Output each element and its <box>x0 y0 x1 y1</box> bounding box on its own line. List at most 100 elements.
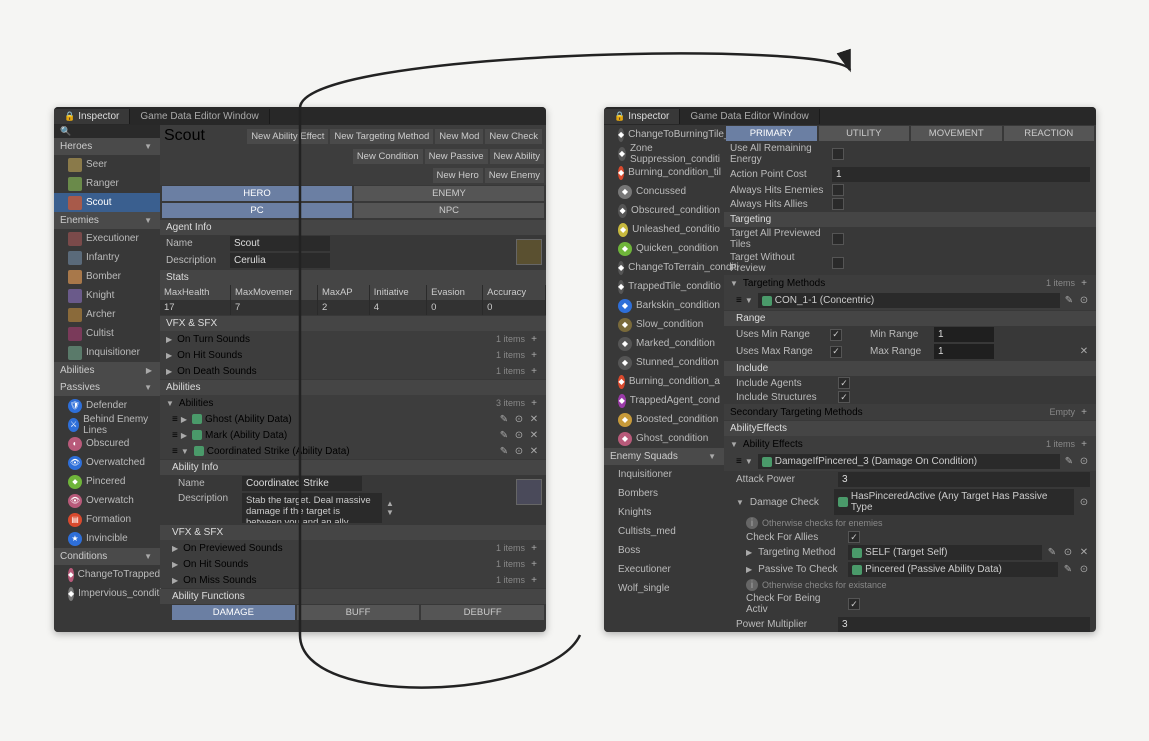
enemy-item[interactable]: Inquisitioner <box>54 343 160 362</box>
use-energy-check[interactable] <box>832 148 844 160</box>
vfx-fold[interactable]: ▶On Hit Sounds1 items+ <box>160 347 546 363</box>
add-icon[interactable]: + <box>1078 406 1090 418</box>
edit-icon[interactable]: ✎ <box>1046 547 1058 559</box>
passive-item[interactable]: 👁Overwatch <box>54 491 160 510</box>
movement-tab[interactable]: MOVEMENT <box>911 126 1002 141</box>
ability-row[interactable]: ≡▶Ghost (Ability Data)✎⊙✕ <box>160 411 546 427</box>
enemy-tab[interactable]: ENEMY <box>354 186 544 201</box>
target-icon[interactable]: ⊙ <box>513 413 525 425</box>
add-icon[interactable]: + <box>528 333 540 345</box>
vfx-fold[interactable]: ▶On Hit Sounds1 items+ <box>160 556 546 572</box>
utility-tab[interactable]: UTILITY <box>819 126 910 141</box>
min-range-check[interactable]: ✓ <box>830 329 842 341</box>
passive-item[interactable]: ◐Obscured <box>54 434 160 453</box>
conditions-header[interactable]: Conditions▼ <box>54 548 160 565</box>
ae-fold[interactable]: ▼Ability Effects1 items+ <box>724 436 1096 452</box>
edit-icon[interactable]: ✎ <box>1063 295 1075 307</box>
enemies-header[interactable]: Enemies▼ <box>54 212 160 229</box>
edit-icon[interactable]: ✎ <box>1062 564 1074 576</box>
vfx-fold[interactable]: ▶On Death Sounds1 items+ <box>160 363 546 379</box>
condition-item[interactable]: ◆Concussed <box>604 182 724 201</box>
damage-tab[interactable]: DAMAGE <box>172 605 295 620</box>
condition-item[interactable]: ◆ChangeToBurningTile_co <box>604 125 724 144</box>
ae-ref[interactable]: DamageIfPincered_3 (Damage On Condition) <box>758 454 1060 469</box>
hero-ranger[interactable]: Ranger <box>54 174 160 193</box>
target-icon[interactable]: ⊙ <box>1078 295 1090 307</box>
enemy-item[interactable]: Archer <box>54 305 160 324</box>
add-icon[interactable]: + <box>528 397 540 409</box>
vfx-fold[interactable]: ▶On Turn Sounds1 items+ <box>160 331 546 347</box>
new-ability-effect-button[interactable]: New Ability Effect <box>247 129 328 144</box>
passive-item[interactable]: 👁Overwatched <box>54 453 160 472</box>
condition-item[interactable]: ◆Barkskin_condition <box>604 296 724 315</box>
condition-item[interactable]: ◆Boosted_condition <box>604 410 724 429</box>
edit-icon[interactable]: ✎ <box>498 413 510 425</box>
debuff-tab[interactable]: DEBUFF <box>421 605 544 620</box>
condition-item[interactable]: ◆Marked_condition <box>604 334 724 353</box>
stat-val[interactable]: 4 <box>369 300 426 315</box>
target-icon[interactable]: ⊙ <box>1062 547 1074 559</box>
ability-row[interactable]: ≡▶Mark (Ability Data)✎⊙✕ <box>160 427 546 443</box>
pm-input[interactable] <box>838 617 1090 632</box>
target-icon[interactable]: ⊙ <box>513 445 525 457</box>
npc-tab[interactable]: NPC <box>354 203 544 218</box>
ai-desc-input[interactable] <box>242 493 382 523</box>
squad-item[interactable]: Inquisitioner <box>604 465 724 484</box>
tab-editor[interactable]: Game Data Editor Window <box>680 109 819 124</box>
condition-item[interactable]: ◆TrappedTile_conditio <box>604 277 724 296</box>
edit-icon[interactable]: ✎ <box>498 429 510 441</box>
hits-enemies-check[interactable] <box>832 184 844 196</box>
new-enemy-button[interactable]: New Enemy <box>485 168 544 183</box>
add-icon[interactable]: + <box>1078 438 1090 450</box>
enemy-item[interactable]: Knight <box>54 286 160 305</box>
target-all-check[interactable] <box>832 233 844 245</box>
enemy-item[interactable]: Bomber <box>54 267 160 286</box>
new-check-button[interactable]: New Check <box>485 129 542 144</box>
condition-item[interactable]: ◆ChangeToTerrain_conditi <box>604 258 724 277</box>
new-hero-button[interactable]: New Hero <box>433 168 483 183</box>
hero-seer[interactable]: Seer <box>54 155 160 174</box>
condition-item[interactable]: ◆Unleashed_conditio <box>604 220 724 239</box>
ability-row[interactable]: ≡▼Coordinated Strike (Ability Data)✎⊙✕ <box>160 443 546 459</box>
inc-agents-check[interactable]: ✓ <box>838 377 850 389</box>
tab-inspector[interactable]: 🔒Inspector <box>604 109 680 124</box>
condition-item[interactable]: ◆Obscured_condition <box>604 201 724 220</box>
max-range-input[interactable] <box>934 344 994 359</box>
target-icon[interactable]: ⊙ <box>1078 456 1090 468</box>
squad-item[interactable]: Wolf_single <box>604 579 724 598</box>
passives-header[interactable]: Passives▼ <box>54 379 160 396</box>
condition-item[interactable]: ◆Quicken_condition <box>604 239 724 258</box>
target-icon[interactable]: ⊙ <box>1078 564 1090 576</box>
stat-val[interactable]: 0 <box>483 300 546 315</box>
condition-item[interactable]: ◆Ghost_condition <box>604 429 724 448</box>
vfx-fold[interactable]: ▶On Previewed Sounds1 items+ <box>160 540 546 556</box>
cba-check[interactable]: ✓ <box>848 598 860 610</box>
tm-fold[interactable]: ▼Targeting Methods1 items+ <box>724 275 1096 291</box>
add-icon[interactable]: + <box>528 574 540 586</box>
new-passive-button[interactable]: New Passive <box>425 149 488 164</box>
edit-icon[interactable]: ✎ <box>1063 456 1075 468</box>
pc-tab[interactable]: PC <box>162 203 352 218</box>
target-icon[interactable]: ⊙ <box>513 429 525 441</box>
condition-item[interactable]: ⬥ChangeToTrappedT <box>54 565 160 584</box>
name-input[interactable] <box>230 236 330 251</box>
enemy-item[interactable]: Infantry <box>54 248 160 267</box>
add-icon[interactable]: + <box>1078 277 1090 289</box>
stat-val[interactable]: 17 <box>160 300 231 315</box>
tab-editor[interactable]: Game Data Editor Window <box>130 109 269 124</box>
squads-header[interactable]: Enemy Squads▼ <box>604 448 724 465</box>
tm2-ref[interactable]: SELF (Target Self) <box>848 545 1042 560</box>
ap-cost-input[interactable] <box>832 167 1090 182</box>
enemy-item[interactable]: Cultist <box>54 324 160 343</box>
condition-item[interactable]: ◆Burning_condition_a <box>604 372 724 391</box>
dc-ref[interactable]: HasPinceredActive (Any Target Has Passiv… <box>834 489 1074 515</box>
inc-struct-check[interactable]: ✓ <box>838 391 850 403</box>
squad-item[interactable]: Executioner <box>604 560 724 579</box>
passive-item[interactable]: ⚔Behind Enemy Lines <box>54 415 160 434</box>
condition-item[interactable]: ◆Impervious_conditio <box>54 584 160 603</box>
add-icon[interactable]: + <box>528 558 540 570</box>
condition-item[interactable]: ◆TrappedAgent_cond <box>604 391 724 410</box>
enemy-item[interactable]: Executioner <box>54 229 160 248</box>
stat-val[interactable]: 2 <box>318 300 370 315</box>
squad-item[interactable]: Cultists_med <box>604 522 724 541</box>
